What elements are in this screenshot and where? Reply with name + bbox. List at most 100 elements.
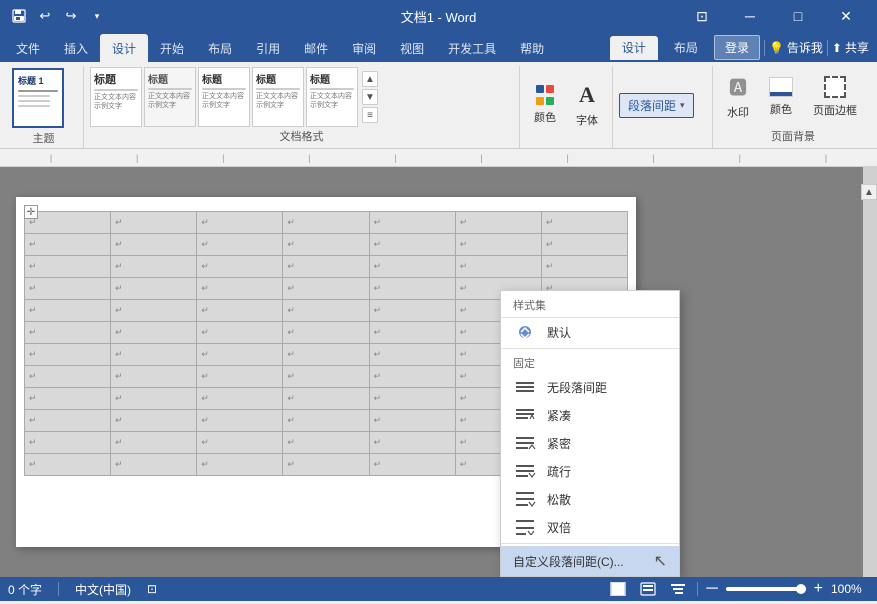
outline-view-button[interactable]	[667, 580, 689, 598]
more-quick-access-button[interactable]: ▾	[86, 5, 108, 27]
tab-developer[interactable]: 开发工具	[436, 34, 508, 62]
table-cell[interactable]	[111, 388, 197, 410]
tab-review[interactable]: 审阅	[340, 34, 388, 62]
print-view-button[interactable]	[607, 580, 629, 598]
tab-layout[interactable]: 布局	[196, 34, 244, 62]
table-cell[interactable]	[369, 322, 455, 344]
zoom-slider-thumb[interactable]	[796, 584, 806, 594]
tab-design[interactable]: 设计	[100, 34, 148, 62]
table-move-handle[interactable]: ✛	[24, 205, 38, 219]
table-cell[interactable]	[283, 454, 369, 476]
table-cell[interactable]	[283, 256, 369, 278]
table-cell[interactable]	[25, 432, 111, 454]
zoom-minus-button[interactable]: ─	[706, 581, 717, 597]
login-button[interactable]: 登录	[714, 35, 760, 60]
table-cell[interactable]	[283, 344, 369, 366]
dropdown-item-no-spacing[interactable]: 无段落间距	[501, 373, 679, 401]
table-cell[interactable]	[25, 454, 111, 476]
table-cell[interactable]	[111, 366, 197, 388]
table-cell[interactable]	[283, 278, 369, 300]
style-item-5[interactable]: 标题 正文文本内容示例文字	[306, 67, 358, 127]
table-cell[interactable]	[455, 256, 541, 278]
close-button[interactable]: ✕	[823, 0, 869, 32]
table-cell[interactable]	[25, 322, 111, 344]
zoom-percent[interactable]: 100%	[831, 582, 869, 596]
table-cell[interactable]	[197, 256, 283, 278]
table-cell[interactable]	[369, 300, 455, 322]
zoom-plus-button[interactable]: +	[814, 581, 823, 597]
style-expand[interactable]: ≡	[362, 107, 378, 123]
table-cell[interactable]	[111, 344, 197, 366]
table-cell[interactable]	[197, 454, 283, 476]
style-scroll-down[interactable]: ▼	[362, 89, 378, 105]
zoom-slider[interactable]	[726, 587, 806, 591]
table-cell[interactable]	[283, 234, 369, 256]
table-cell[interactable]	[25, 410, 111, 432]
table-cell[interactable]	[369, 388, 455, 410]
colors-button[interactable]: 颜色	[526, 75, 564, 135]
table-cell[interactable]	[25, 300, 111, 322]
minimize-button[interactable]: ─	[727, 0, 773, 32]
dropdown-item-compact[interactable]: 紧凑	[501, 401, 679, 429]
table-cell[interactable]	[197, 300, 283, 322]
table-cell[interactable]	[369, 410, 455, 432]
table-cell[interactable]	[111, 410, 197, 432]
table-cell[interactable]	[369, 256, 455, 278]
tell-me-button[interactable]: 💡 告诉我	[769, 39, 823, 56]
table-cell[interactable]	[111, 212, 197, 234]
page-border-button[interactable]: 页面边框	[805, 67, 865, 127]
tab-references[interactable]: 引用	[244, 34, 292, 62]
table-cell[interactable]	[111, 432, 197, 454]
dropdown-item-loose[interactable]: 松散	[501, 485, 679, 513]
table-cell[interactable]	[25, 256, 111, 278]
table-cell[interactable]	[369, 344, 455, 366]
style-scroll-up[interactable]: ▲	[362, 71, 378, 87]
tab-file[interactable]: 文件	[4, 34, 52, 62]
table-cell[interactable]	[197, 366, 283, 388]
table-cell[interactable]	[197, 388, 283, 410]
page-color-button[interactable]: 颜色	[761, 67, 801, 127]
options-button[interactable]: ⊡	[679, 0, 725, 32]
table-cell[interactable]	[25, 234, 111, 256]
table-cell[interactable]	[455, 234, 541, 256]
table-cell[interactable]	[283, 432, 369, 454]
tab-home[interactable]: 开始	[148, 34, 196, 62]
fonts-button[interactable]: A 字体	[568, 75, 606, 135]
tab-view[interactable]: 视图	[388, 34, 436, 62]
share-button[interactable]: ⬆ 共享	[832, 39, 869, 56]
dropdown-item-double[interactable]: 双倍	[501, 513, 679, 541]
paragraph-spacing-button[interactable]: 段落间距 ▾	[619, 93, 694, 118]
table-cell[interactable]	[25, 344, 111, 366]
tab-mailings[interactable]: 邮件	[292, 34, 340, 62]
table-cell[interactable]	[111, 234, 197, 256]
table-cell[interactable]	[369, 432, 455, 454]
table-cell[interactable]	[541, 256, 627, 278]
table-cell[interactable]	[111, 278, 197, 300]
table-cell[interactable]	[111, 256, 197, 278]
redo-button[interactable]: ↪	[60, 5, 82, 27]
table-cell[interactable]	[541, 234, 627, 256]
table-cell[interactable]	[111, 454, 197, 476]
undo-button[interactable]: ↩	[34, 5, 56, 27]
save-button[interactable]	[8, 5, 30, 27]
table-cell[interactable]	[283, 410, 369, 432]
table-cell[interactable]	[25, 366, 111, 388]
table-cell[interactable]	[369, 454, 455, 476]
tab-layout-right[interactable]: 布局	[662, 36, 710, 60]
table-cell[interactable]	[369, 212, 455, 234]
macro-record-button[interactable]: ⊡	[147, 582, 157, 596]
table-cell[interactable]	[25, 388, 111, 410]
dropdown-item-loose-line[interactable]: 疏行	[501, 457, 679, 485]
table-cell[interactable]	[283, 322, 369, 344]
table-cell[interactable]	[369, 278, 455, 300]
theme-button[interactable]: 标题 1	[10, 66, 66, 130]
restore-button[interactable]: □	[775, 0, 821, 32]
dropdown-item-default[interactable]: 默认	[501, 318, 679, 346]
vertical-scrollbar[interactable]	[863, 167, 877, 577]
table-cell[interactable]	[111, 300, 197, 322]
table-cell[interactable]	[369, 234, 455, 256]
table-cell[interactable]	[25, 278, 111, 300]
table-cell[interactable]	[197, 278, 283, 300]
tab-insert[interactable]: 插入	[52, 34, 100, 62]
table-cell[interactable]	[197, 432, 283, 454]
